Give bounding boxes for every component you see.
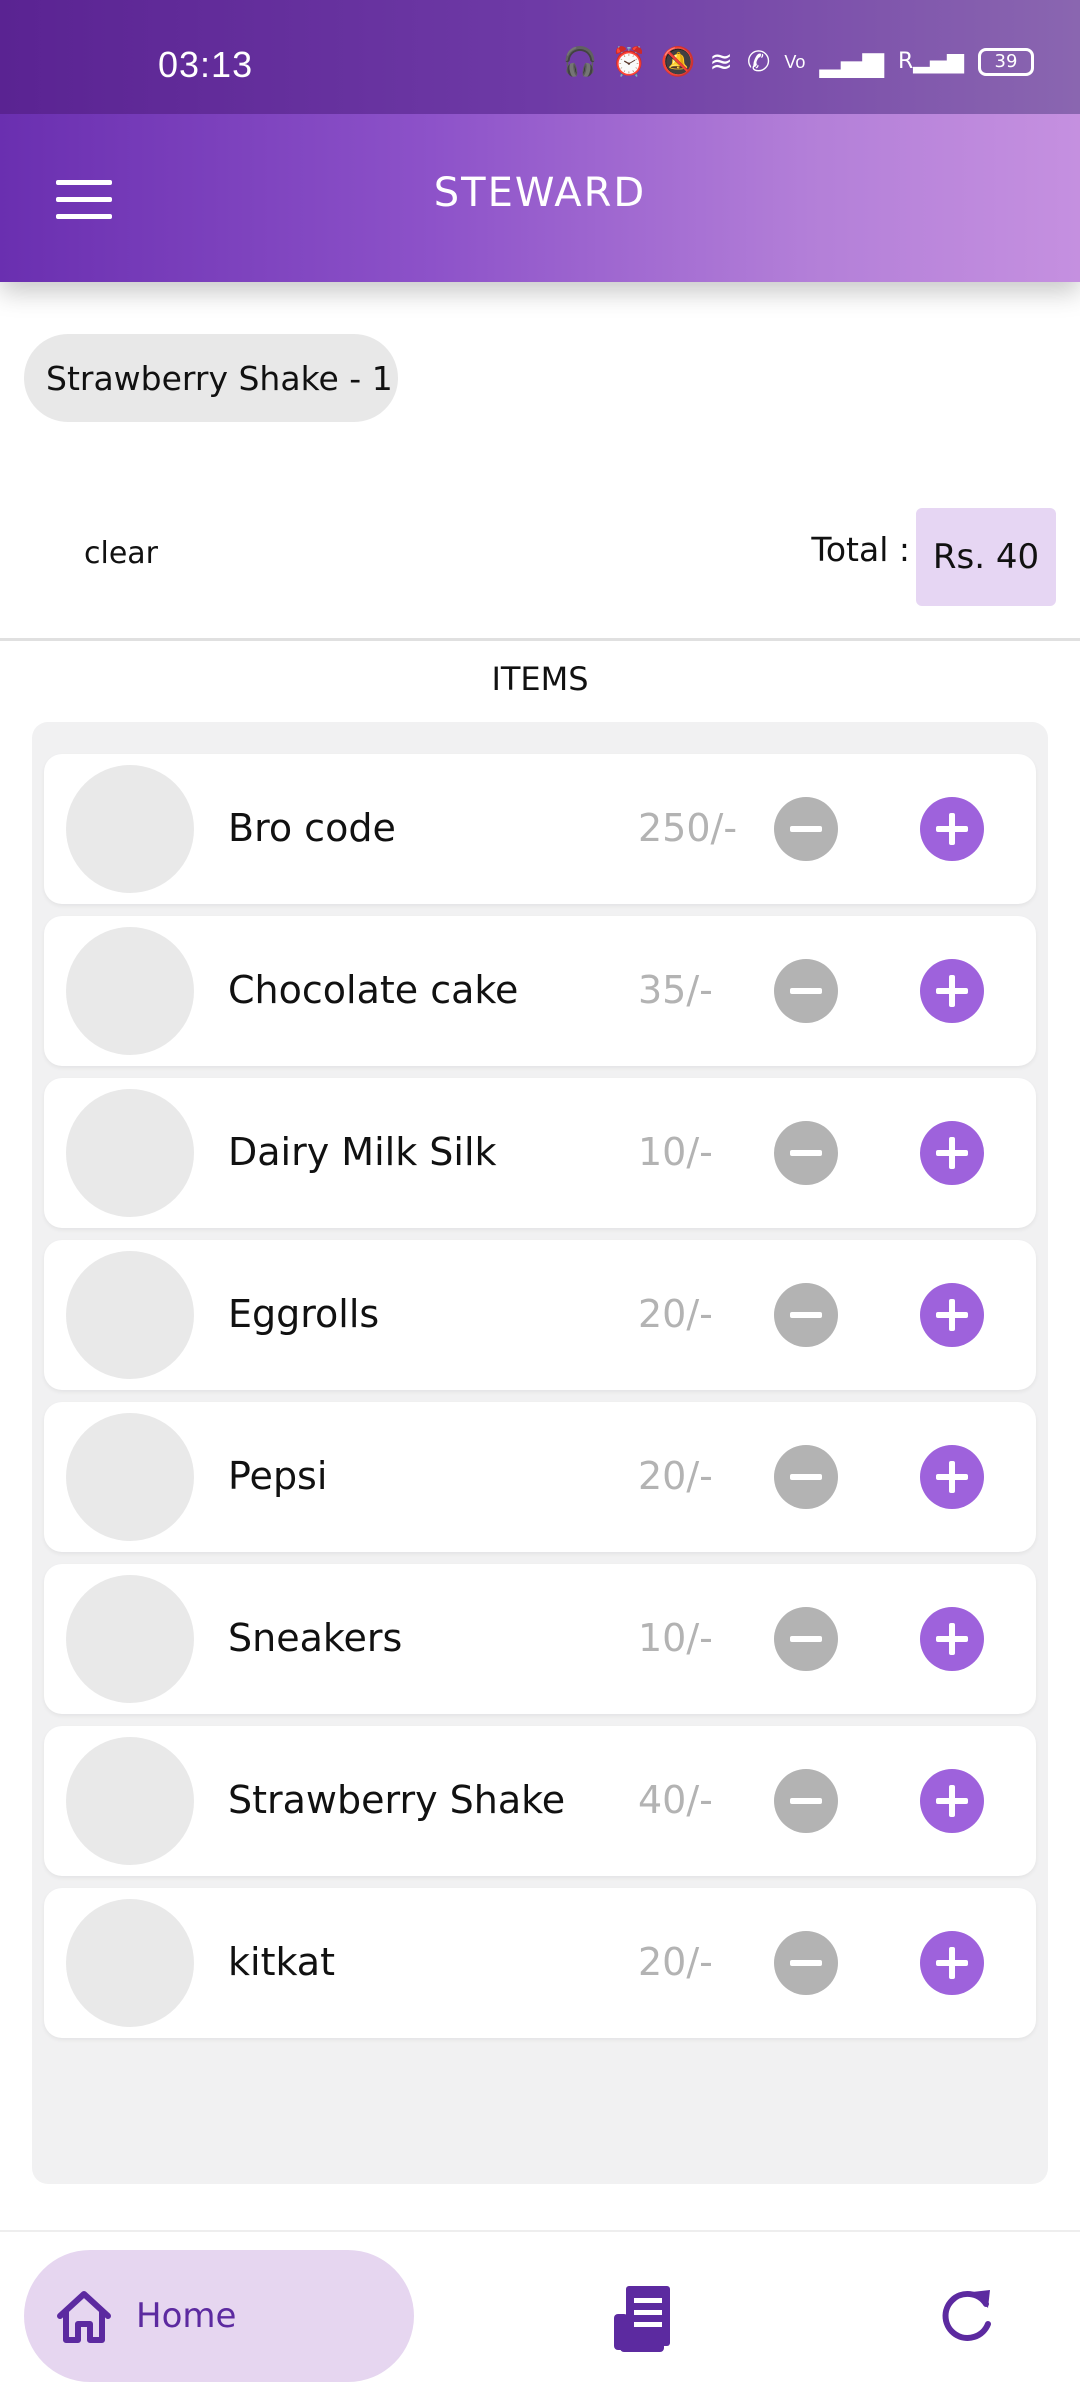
decrement-button[interactable] <box>774 1283 838 1347</box>
decrement-button[interactable] <box>774 1445 838 1509</box>
item-price: 250/- <box>638 806 738 850</box>
item-row: Sneakers 10/- <box>44 1564 1036 1714</box>
item-price: 20/- <box>638 1940 713 1984</box>
top-header: 03:13 🎧 ⏰ 🔕 ≋ ✆ Vo ▂▄▆ R▂▄▆ 39 STEWARD <box>0 0 1080 282</box>
wifi-call-icon: ✆ <box>746 45 771 78</box>
decrement-button[interactable] <box>774 1931 838 1995</box>
increment-button[interactable] <box>920 1445 984 1509</box>
items-panel: Bro code 250/- Chocolate cake 35/- Dairy… <box>32 722 1048 2184</box>
item-row: Chocolate cake 35/- <box>44 916 1036 1066</box>
item-name: Sneakers <box>228 1616 403 1660</box>
increment-button[interactable] <box>920 1769 984 1833</box>
item-image <box>66 765 194 893</box>
bell-off-icon: 🔕 <box>660 45 696 78</box>
headset-icon: 🎧 <box>562 45 598 78</box>
status-icons: 🎧 ⏰ 🔕 ≋ ✆ Vo ▂▄▆ R▂▄▆ 39 <box>563 48 1034 76</box>
alarm-icon: ⏰ <box>611 45 647 78</box>
decrement-button[interactable] <box>774 1769 838 1833</box>
increment-button[interactable] <box>920 1283 984 1347</box>
signal-roaming-icon: R▂▄▆ <box>897 49 964 74</box>
item-row: kitkat 20/- <box>44 1888 1036 2038</box>
item-price: 20/- <box>638 1292 713 1336</box>
item-image <box>66 1737 194 1865</box>
receipt-icon[interactable] <box>612 2284 674 2354</box>
bottom-nav: Home <box>0 2230 1080 2400</box>
decrement-button[interactable] <box>774 797 838 861</box>
app-bar: STEWARD <box>0 114 1080 282</box>
divider <box>0 638 1080 641</box>
item-name: Strawberry Shake <box>228 1778 566 1822</box>
item-name: Pepsi <box>228 1454 328 1498</box>
item-image <box>66 927 194 1055</box>
volte-icon: Vo <box>784 52 806 72</box>
nav-home-label: Home <box>136 2296 237 2336</box>
items-heading: ITEMS <box>491 660 589 698</box>
home-icon <box>57 2291 111 2343</box>
app-title: STEWARD <box>433 170 647 216</box>
item-row: Strawberry Shake 40/- <box>44 1726 1036 1876</box>
item-name: Chocolate cake <box>228 968 519 1012</box>
item-name: kitkat <box>228 1940 335 1984</box>
item-price: 35/- <box>638 968 713 1012</box>
item-image <box>66 1089 194 1217</box>
order-chip[interactable]: Strawberry Shake - 1 <box>24 334 398 422</box>
decrement-button[interactable] <box>774 1607 838 1671</box>
item-image <box>66 1575 194 1703</box>
status-time: 03:13 <box>158 44 254 85</box>
item-row: Bro code 250/- <box>44 754 1036 904</box>
total-label: Total : <box>811 530 910 569</box>
increment-button[interactable] <box>920 797 984 861</box>
increment-button[interactable] <box>920 1121 984 1185</box>
battery-icon: 39 <box>978 48 1034 76</box>
item-image <box>66 1251 194 1379</box>
decrement-button[interactable] <box>774 959 838 1023</box>
total-value: Rs. 40 <box>916 508 1056 606</box>
item-name: Dairy Milk Silk <box>228 1130 497 1174</box>
increment-button[interactable] <box>920 1931 984 1995</box>
wifi-icon: ≋ <box>709 45 733 78</box>
item-row: Dairy Milk Silk 10/- <box>44 1078 1036 1228</box>
item-name: Eggrolls <box>228 1292 380 1336</box>
item-price: 40/- <box>638 1778 713 1822</box>
refresh-icon[interactable] <box>936 2284 998 2346</box>
nav-home[interactable]: Home <box>24 2250 414 2382</box>
item-price: 10/- <box>638 1130 713 1174</box>
status-bar: 03:13 🎧 ⏰ 🔕 ≋ ✆ Vo ▂▄▆ R▂▄▆ 39 <box>0 0 1080 114</box>
increment-button[interactable] <box>920 1607 984 1671</box>
signal-icon: ▂▄▆ <box>819 45 884 78</box>
item-image <box>66 1899 194 2027</box>
increment-button[interactable] <box>920 959 984 1023</box>
item-name: Bro code <box>228 806 396 850</box>
item-row: Eggrolls 20/- <box>44 1240 1036 1390</box>
clear-button[interactable]: clear <box>84 536 158 571</box>
item-row: Pepsi 20/- <box>44 1402 1036 1552</box>
item-price: 10/- <box>638 1616 713 1660</box>
battery-level: 39 <box>994 51 1018 72</box>
item-image <box>66 1413 194 1541</box>
item-price: 20/- <box>638 1454 713 1498</box>
decrement-button[interactable] <box>774 1121 838 1185</box>
